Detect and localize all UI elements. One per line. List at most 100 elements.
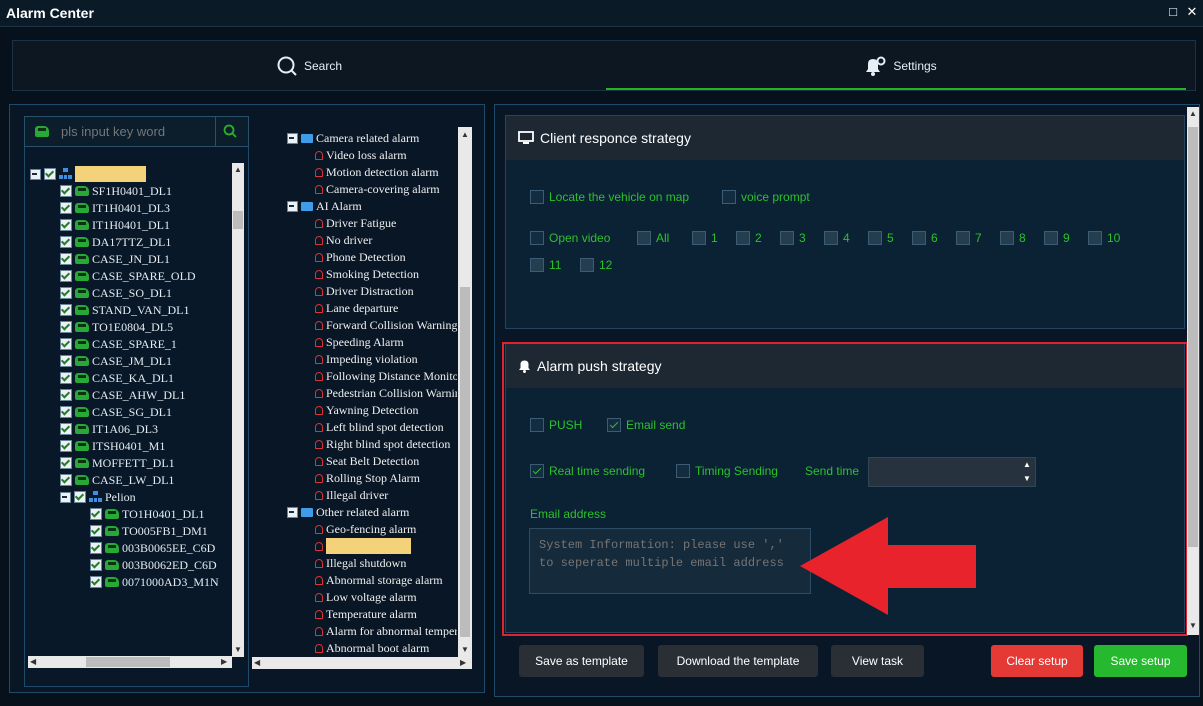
tree-node[interactable]: IT1H0401_DL3 bbox=[60, 200, 170, 216]
tree-node[interactable]: CASE_SPARE_1 bbox=[60, 336, 177, 352]
alarm-tree-hscrollbar[interactable]: ◀ ▶ bbox=[252, 657, 472, 669]
alarm-group[interactable]: AI Alarm bbox=[287, 198, 362, 214]
email-address-input[interactable] bbox=[529, 528, 811, 594]
scroll-up-icon[interactable]: ▲ bbox=[1189, 109, 1197, 118]
tree-node[interactable]: TO1E0804_DL5 bbox=[60, 319, 173, 335]
scroll-down-icon[interactable]: ▼ bbox=[461, 645, 469, 654]
channel-checkbox[interactable] bbox=[580, 258, 594, 272]
alarm-item[interactable]: Rolling Stop Alarm bbox=[315, 470, 420, 486]
tree-node[interactable]: SF1H0401_DL1 bbox=[60, 183, 172, 199]
node-checkbox[interactable] bbox=[90, 542, 102, 554]
tree-node[interactable]: 003B0062ED_C6D bbox=[90, 557, 217, 573]
alarm-item[interactable]: Smoking Detection bbox=[315, 266, 419, 282]
alarm-item[interactable]: Low voltage alarm bbox=[315, 589, 417, 605]
node-checkbox[interactable] bbox=[60, 287, 72, 299]
timing-sending-option[interactable]: Timing Sending bbox=[676, 464, 778, 478]
tab-search[interactable]: Search bbox=[13, 41, 605, 91]
open-video-option[interactable]: Open video bbox=[530, 231, 610, 245]
close-button[interactable]: ✕ bbox=[1184, 3, 1200, 21]
channel-checkbox[interactable] bbox=[1044, 231, 1058, 245]
alarm-item[interactable]: Illegal driver bbox=[315, 487, 388, 503]
alarm-item[interactable]: Emergency alarm bbox=[315, 538, 411, 554]
vehicle-tree-hscrollbar[interactable]: ◀ ▶ bbox=[28, 656, 232, 668]
channel-option[interactable]: 11 bbox=[530, 258, 561, 272]
email-send-option[interactable]: Email send bbox=[607, 418, 685, 432]
voice-prompt-checkbox[interactable] bbox=[722, 190, 736, 204]
push-option[interactable]: PUSH bbox=[530, 418, 582, 432]
tree-node[interactable]: STAND_VAN_DL1 bbox=[60, 302, 190, 318]
real-time-option[interactable]: Real time sending bbox=[530, 464, 645, 478]
node-checkbox[interactable] bbox=[60, 372, 72, 384]
scroll-thumb[interactable] bbox=[233, 211, 243, 229]
node-checkbox[interactable] bbox=[90, 525, 102, 537]
channel-option[interactable]: All bbox=[637, 231, 669, 245]
alarm-item[interactable]: No driver bbox=[315, 232, 372, 248]
timing-sending-checkbox[interactable] bbox=[676, 464, 690, 478]
tree-node[interactable]: CASE_KA_DL1 bbox=[60, 370, 174, 386]
alarm-group[interactable]: Other related alarm bbox=[287, 504, 409, 520]
alarm-item[interactable]: Illegal shutdown bbox=[315, 555, 406, 571]
node-checkbox[interactable] bbox=[60, 219, 72, 231]
alarm-item[interactable]: Temperature alarm bbox=[315, 606, 417, 622]
alarm-group[interactable]: Camera related alarm bbox=[287, 130, 419, 146]
alarm-item[interactable]: Left blind spot detection bbox=[315, 419, 444, 435]
collapse-toggle-icon[interactable] bbox=[287, 132, 298, 144]
channel-option[interactable]: 10 bbox=[1088, 231, 1120, 245]
alarm-item[interactable]: Geo-fencing alarm bbox=[315, 521, 416, 537]
node-checkbox[interactable] bbox=[60, 304, 72, 316]
search-icon[interactable] bbox=[223, 124, 237, 138]
node-checkbox[interactable] bbox=[60, 253, 72, 265]
scroll-up-icon[interactable]: ▲ bbox=[461, 130, 469, 139]
tree-node[interactable]: TO005FB1_DM1 bbox=[90, 523, 208, 539]
tree-node[interactable]: CASE_JN_DL1 bbox=[60, 251, 170, 267]
channel-checkbox[interactable] bbox=[912, 231, 926, 245]
view-task-button[interactable]: View task bbox=[831, 645, 924, 677]
alarm-item[interactable]: Following Distance Monitor bbox=[315, 368, 457, 384]
alarm-item[interactable]: Forward Collision Warning bbox=[315, 317, 457, 333]
node-checkbox[interactable] bbox=[60, 202, 72, 214]
node-checkbox[interactable] bbox=[60, 389, 72, 401]
channel-option[interactable]: 7 bbox=[956, 231, 982, 245]
node-checkbox[interactable] bbox=[60, 457, 72, 469]
alarm-tree-scrollbar[interactable]: ▲ ▼ bbox=[458, 127, 472, 657]
tree-node[interactable]: MOFFETT_DL1 bbox=[60, 455, 175, 471]
collapse-toggle-icon[interactable] bbox=[287, 200, 298, 212]
channel-checkbox[interactable] bbox=[868, 231, 882, 245]
tab-settings[interactable]: Settings bbox=[605, 41, 1195, 91]
scroll-left-icon[interactable]: ◀ bbox=[30, 657, 36, 666]
scroll-down-icon[interactable]: ▼ bbox=[234, 645, 242, 654]
alarm-item[interactable]: Seat Belt Detection bbox=[315, 453, 419, 469]
channel-checkbox[interactable] bbox=[1088, 231, 1102, 245]
save-as-template-button[interactable]: Save as template bbox=[519, 645, 644, 677]
channel-option[interactable]: 4 bbox=[824, 231, 850, 245]
locate-vehicle-checkbox[interactable] bbox=[530, 190, 544, 204]
send-time-spinner[interactable]: ▲ ▼ bbox=[1019, 458, 1035, 486]
node-checkbox[interactable] bbox=[60, 474, 72, 486]
channel-checkbox[interactable] bbox=[692, 231, 706, 245]
open-video-checkbox[interactable] bbox=[530, 231, 544, 245]
node-checkbox[interactable] bbox=[60, 355, 72, 367]
channel-option[interactable]: 6 bbox=[912, 231, 938, 245]
collapse-toggle-icon[interactable] bbox=[30, 168, 41, 180]
tree-node[interactable]: 0071000AD3_M1N bbox=[90, 574, 219, 590]
tree-node[interactable]: DA17TTZ_DL1 bbox=[60, 234, 171, 250]
tree-node[interactable]: CASE_JM_DL1 bbox=[60, 353, 172, 369]
alarm-item[interactable]: Camera-covering alarm bbox=[315, 181, 440, 197]
scroll-left-icon[interactable]: ◀ bbox=[254, 658, 260, 667]
channel-option[interactable]: 12 bbox=[580, 258, 612, 272]
vehicle-search-input[interactable] bbox=[59, 120, 209, 143]
node-checkbox[interactable] bbox=[60, 423, 72, 435]
alarm-item[interactable]: Impeding violation bbox=[315, 351, 418, 367]
alarm-item[interactable]: Abnormal boot alarm bbox=[315, 640, 429, 654]
alarm-item[interactable]: Lane departure bbox=[315, 300, 398, 316]
tree-node[interactable]: CASE_SO_DL1 bbox=[60, 285, 172, 301]
channel-option[interactable]: 8 bbox=[1000, 231, 1026, 245]
tree-node[interactable]: 003B0065EE_C6D bbox=[90, 540, 215, 556]
channel-option[interactable]: 1 bbox=[692, 231, 718, 245]
channel-option[interactable]: 9 bbox=[1044, 231, 1070, 245]
restore-button[interactable]: □ bbox=[1165, 3, 1181, 21]
node-checkbox[interactable] bbox=[90, 508, 102, 520]
email-send-checkbox[interactable] bbox=[607, 418, 621, 432]
channel-checkbox[interactable] bbox=[530, 258, 544, 272]
node-checkbox[interactable] bbox=[60, 440, 72, 452]
